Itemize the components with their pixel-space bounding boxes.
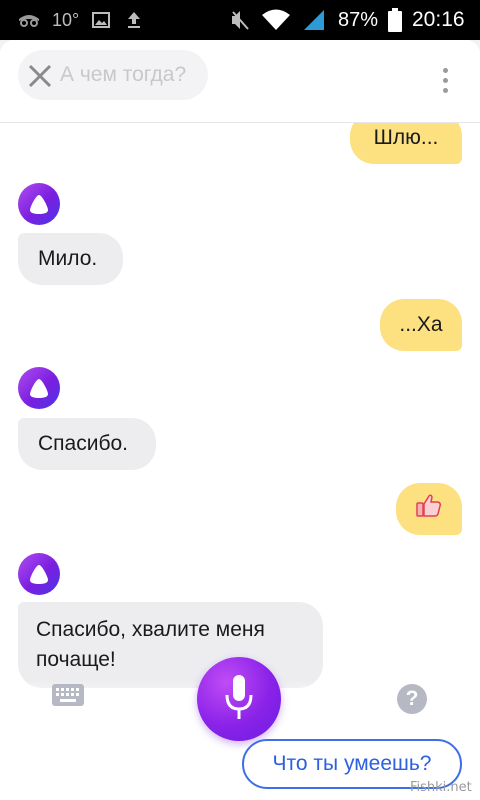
keyboard-icon[interactable] (52, 684, 84, 706)
signal-icon (302, 0, 326, 40)
wifi-icon (262, 0, 290, 40)
microphone-icon (225, 675, 253, 726)
incognito-icon (18, 0, 40, 40)
mute-icon (230, 0, 250, 40)
assistant-message: Спасибо, хвалите меня почаще! (18, 602, 323, 688)
microphone-button[interactable] (197, 657, 281, 741)
chat-header: А чем тогда? (0, 40, 480, 123)
alice-avatar (18, 553, 60, 595)
status-bar: 10° 87% 20:16 (0, 0, 480, 40)
alice-avatar (18, 183, 60, 225)
assistant-message: Спасибо. (18, 418, 156, 470)
battery-percent: 87% (338, 8, 379, 31)
thumbs-up-icon (416, 493, 442, 526)
close-icon[interactable] (26, 62, 54, 90)
battery-icon (388, 0, 402, 40)
temperature: 10° (52, 9, 80, 30)
help-button[interactable]: ? (397, 684, 427, 714)
upload-icon (126, 0, 142, 40)
image-icon (92, 0, 110, 40)
user-message (396, 483, 462, 535)
more-vert-icon[interactable] (436, 62, 456, 102)
user-message: ...Ха (380, 299, 462, 351)
alice-avatar (18, 367, 60, 409)
clock: 20:16 (412, 8, 465, 31)
watermark: Fishki.net (410, 780, 472, 795)
assistant-message: Мило. (18, 233, 123, 285)
